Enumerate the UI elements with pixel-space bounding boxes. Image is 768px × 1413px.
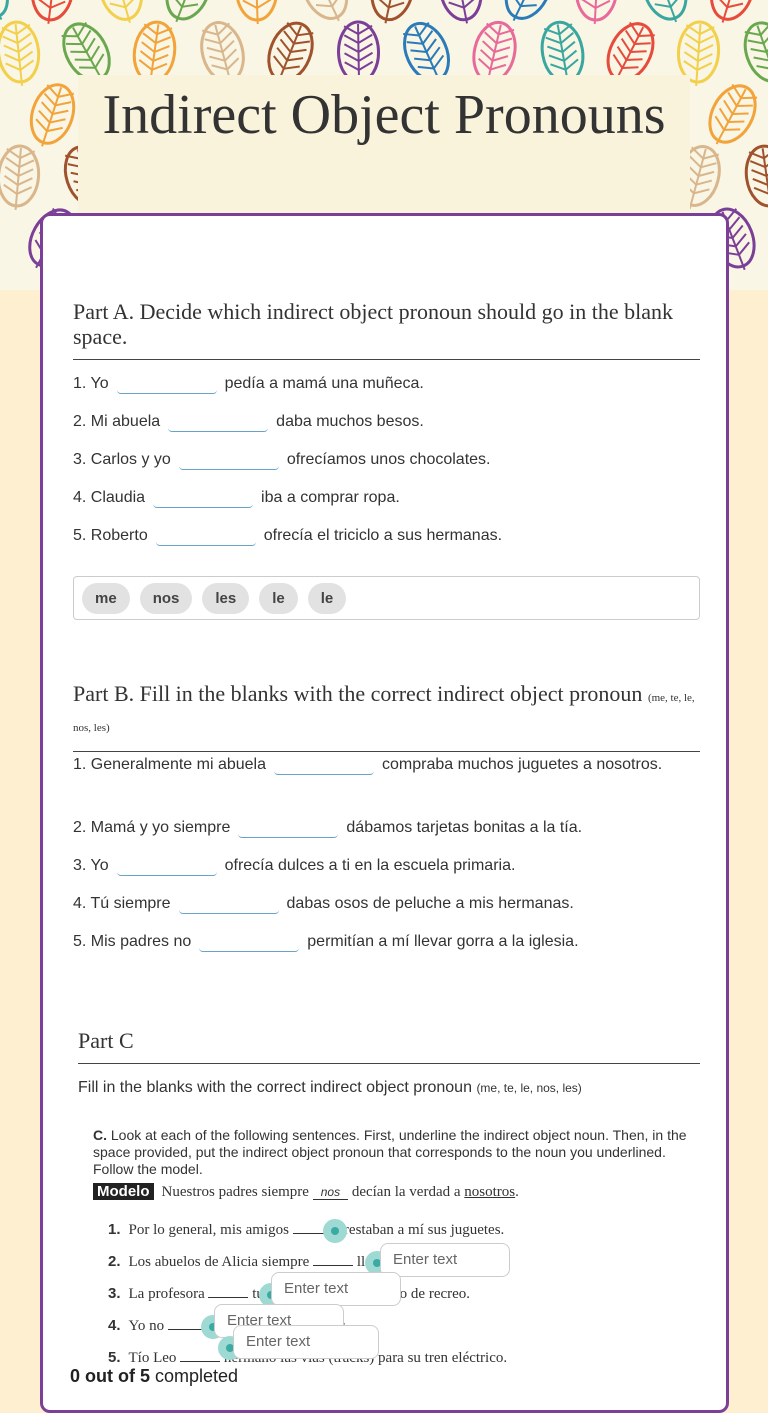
part-b-heading: Part B. Fill in the blanks with the corr… bbox=[73, 681, 700, 752]
leaf-icon bbox=[235, 0, 279, 25]
question-2: 2. Mamá y yo siempre dábamos tarjetas bon… bbox=[73, 818, 583, 838]
answer-hotspot[interactable] bbox=[323, 1219, 347, 1243]
word-chip[interactable]: le bbox=[259, 583, 298, 614]
word-chip[interactable]: nos bbox=[139, 583, 193, 614]
answer-drop-blank[interactable] bbox=[116, 856, 217, 876]
answer-drop-blank[interactable] bbox=[199, 932, 300, 952]
leaf-icon bbox=[744, 144, 768, 210]
progress-status: 0 out of 5 completed bbox=[70, 1366, 239, 1386]
question-4: 4. Claudia iba a comprar ropa. bbox=[73, 488, 400, 508]
exercise-line: 1. Por lo general, mis amigos prestaban a… bbox=[108, 1221, 505, 1238]
answer-drop-blank[interactable] bbox=[153, 488, 254, 508]
answer-drop-blank[interactable] bbox=[116, 374, 217, 394]
part-c-instruction: Fill in the blanks with the correct indi… bbox=[78, 1079, 582, 1096]
textbook-exercise-image: C. Look at each of the following sentenc… bbox=[93, 1127, 687, 1366]
part-c-heading: Part C bbox=[78, 1028, 700, 1064]
answer-drop-blank[interactable] bbox=[274, 755, 374, 775]
answer-input[interactable]: Enter text bbox=[271, 1272, 401, 1306]
leaf-icon bbox=[0, 144, 41, 210]
leaf-icon bbox=[370, 0, 415, 24]
leaf-icon bbox=[0, 20, 41, 86]
answer-drop-blank[interactable] bbox=[178, 894, 279, 914]
answer-drop-blank[interactable] bbox=[155, 526, 256, 546]
word-chip[interactable]: me bbox=[82, 583, 130, 614]
leaf-icon bbox=[708, 83, 758, 145]
answer-drop-blank[interactable] bbox=[238, 818, 339, 838]
word-chip[interactable]: les bbox=[202, 583, 250, 614]
modelo-line: Modelo Nuestros padres siempre nos decían… bbox=[93, 1183, 519, 1201]
question-1: 1. Yo pedía a mamá una muñeca. bbox=[73, 374, 424, 394]
word-chip[interactable]: le bbox=[307, 583, 347, 614]
leaf-icon bbox=[30, 0, 75, 24]
page-title: Indirect Object Pronouns bbox=[78, 75, 690, 220]
question-1: 1. Generalmente mi abuela compraba muchos… bbox=[73, 755, 663, 775]
leaf-icon bbox=[29, 83, 76, 147]
leaf-icon bbox=[438, 0, 483, 24]
answer-drop-blank[interactable] bbox=[178, 450, 279, 470]
question-3: 3. Carlos y yo ofrecíamos unos chocolates… bbox=[73, 450, 491, 470]
leaf-icon bbox=[574, 0, 619, 25]
answer-input[interactable]: Enter text bbox=[233, 1325, 379, 1359]
leaf-icon bbox=[743, 21, 768, 85]
worksheet-card: Part A. Decide which indirect object pro… bbox=[40, 213, 729, 1413]
word-bank: me nos les le le bbox=[73, 576, 700, 620]
question-5: 5. Mis padres no permitían a mí llevar go… bbox=[73, 932, 579, 952]
part-a-heading: Part A. Decide which indirect object pro… bbox=[73, 299, 700, 360]
leaf-icon bbox=[709, 0, 756, 23]
question-2: 2. Mi abuela daba muchos besos. bbox=[73, 412, 424, 432]
question-3: 3. Yo ofrecía dulces a ti en la escuela p… bbox=[73, 856, 516, 876]
answer-input[interactable]: Enter text bbox=[380, 1243, 510, 1277]
question-4: 4. Tú siempre dabas osos de peluche a mis… bbox=[73, 894, 574, 914]
question-5: 5. Roberto ofrecía el triciclo a sus herm… bbox=[73, 526, 503, 546]
leaf-icon bbox=[98, 0, 143, 23]
answer-drop-blank[interactable] bbox=[168, 412, 269, 432]
